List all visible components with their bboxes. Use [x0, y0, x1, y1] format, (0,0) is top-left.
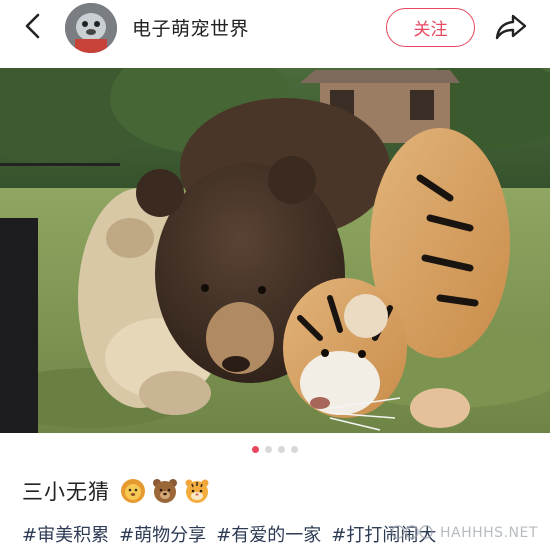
account-name[interactable]: 电子萌宠世界: [132, 14, 249, 41]
post-photo[interactable]: [0, 68, 550, 433]
post-title: 三小无猜: [22, 480, 110, 504]
bear-emoji: [153, 479, 177, 503]
carousel-dot-active[interactable]: [252, 446, 259, 453]
avatar[interactable]: [65, 3, 117, 53]
hashtag[interactable]: #审美积累: [22, 521, 109, 547]
watermark-logo-icon: [391, 525, 433, 539]
chevron-left-icon[interactable]: [20, 12, 48, 40]
follow-button[interactable]: 关注: [386, 8, 475, 47]
carousel-dot[interactable]: [265, 446, 272, 453]
hashtag[interactable]: #有爱的一家: [216, 521, 321, 547]
tiger-emoji: [185, 479, 209, 503]
post-title-row: 三小无猜: [22, 476, 210, 506]
carousel-dot[interactable]: [278, 446, 285, 453]
lion-emoji: [121, 479, 145, 503]
carousel-dot[interactable]: [291, 446, 298, 453]
watermark: HAHHHS.NET: [388, 517, 538, 547]
post-header: 电子萌宠世界 关注: [0, 0, 550, 60]
lion-bear-tiger-photo: [0, 68, 550, 433]
hashtag[interactable]: #萌物分享: [119, 521, 206, 547]
watermark-text: HAHHHS.NET: [440, 525, 538, 541]
hashtag-row: #审美积累 #萌物分享 #有爱的一家 #打打闹闹大: [22, 521, 436, 547]
carousel-indicator[interactable]: [0, 446, 550, 456]
share-arrow-icon[interactable]: [494, 10, 528, 44]
